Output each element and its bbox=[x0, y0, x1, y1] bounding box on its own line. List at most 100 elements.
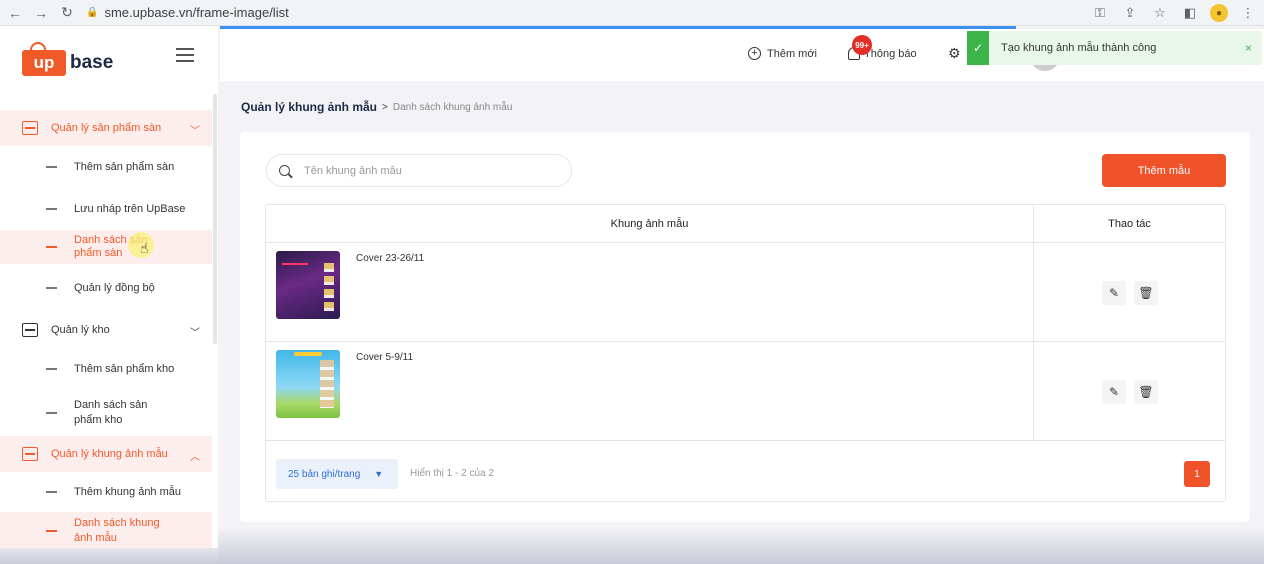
template-cell: Cover 5-9/11 bbox=[266, 342, 1034, 440]
address-bar[interactable]: 🔒 sme.upbase.vn/frame-image/list bbox=[86, 5, 289, 20]
sidebar-item-label: Lưu nháp trên UpBase bbox=[74, 203, 186, 215]
content-card: Thêm mẫu Khung ảnh mẫu Thao tác Cover 23… bbox=[240, 132, 1250, 522]
toast-message: Tạo khung ảnh mẫu thành công bbox=[1001, 42, 1157, 54]
sidebar-menu: Quản lý sản phẩm sàn ﹀ Thêm sản phẩm sàn… bbox=[0, 110, 212, 550]
sidebar-item-warehouse-product-list[interactable]: Danh sách sản phẩm kho bbox=[0, 390, 212, 436]
sidebar-group-warehouse[interactable]: Quản lý kho ﹀ bbox=[0, 312, 212, 348]
sidebar-item-label: Danh sách khung ảnh mẫu bbox=[74, 517, 160, 544]
plus-circle-icon: + bbox=[748, 47, 761, 60]
dash-icon bbox=[46, 368, 57, 370]
bottom-shade bbox=[218, 530, 1264, 564]
kebab-menu-icon[interactable]: ⋮ bbox=[1238, 3, 1258, 23]
page-title[interactable]: Quản lý khung ảnh mẫu bbox=[241, 100, 377, 114]
browser-toolbar: ← → ↻ 🔒 sme.upbase.vn/frame-image/list ⚿… bbox=[0, 0, 1264, 26]
trash-icon[interactable]: 🗑 bbox=[1134, 281, 1158, 305]
sidebar-item-label: Thêm khung ảnh mẫu bbox=[74, 486, 182, 498]
column-header-actions: Thao tác bbox=[1034, 205, 1225, 243]
sidebar-group-label: Quản lý sản phẩm sàn bbox=[51, 122, 162, 134]
sidepanel-icon[interactable]: ◧ bbox=[1180, 3, 1200, 23]
dash-icon bbox=[46, 412, 57, 414]
back-icon[interactable]: ← bbox=[4, 2, 26, 24]
sidebar-item-platform-product-list[interactable]: Danh sách sản phẩm sàn bbox=[0, 230, 212, 264]
dash-icon bbox=[46, 530, 57, 532]
sidebar-item-add-frame-template[interactable]: Thêm khung ảnh mẫu bbox=[0, 472, 212, 512]
search-icon bbox=[279, 165, 290, 176]
sidebar-group-label: Quản lý kho bbox=[51, 324, 110, 336]
row-actions: ✎ 🗑 bbox=[1102, 281, 1158, 305]
edit-icon[interactable]: ✎ bbox=[1102, 380, 1126, 404]
notification-label: Thông báo bbox=[864, 47, 917, 60]
page-size-label: 25 bản ghi/trang bbox=[288, 468, 361, 480]
breadcrumb-separator: > bbox=[382, 101, 388, 113]
sidebar-item-label: Thêm sản phẩm kho bbox=[74, 363, 175, 375]
trash-icon[interactable]: 🗑 bbox=[1134, 380, 1158, 404]
page-size-select[interactable]: 25 bản ghi/trang ▼ bbox=[276, 459, 398, 489]
box-icon bbox=[22, 447, 38, 461]
chevron-up-icon: ︿ bbox=[190, 452, 200, 463]
gear-icon[interactable]: ⚙ bbox=[948, 45, 961, 62]
sidebar-group-label: Quản lý khung ảnh mẫu bbox=[51, 448, 168, 460]
sidebar-item-frame-template-list[interactable]: Danh sách khung ảnh mẫu bbox=[0, 512, 212, 550]
key-icon[interactable]: ⚿ bbox=[1090, 3, 1110, 23]
sidebar-bottom-shade bbox=[0, 548, 218, 564]
check-icon: ✓ bbox=[967, 31, 989, 65]
edit-icon[interactable]: ✎ bbox=[1102, 281, 1126, 305]
success-toast: ✓ Tạo khung ảnh mẫu thành công × bbox=[967, 31, 1262, 65]
dash-icon bbox=[46, 491, 57, 493]
sidebar-item-add-warehouse-product[interactable]: Thêm sản phẩm kho bbox=[0, 348, 212, 390]
chevron-down-icon: ﹀ bbox=[190, 126, 200, 137]
add-new-label: Thêm mới bbox=[767, 47, 817, 60]
notification-badge: 99+ bbox=[852, 35, 872, 55]
dash-icon bbox=[46, 208, 57, 210]
box-icon bbox=[22, 121, 38, 135]
table-row: Cover 23-26/11 ✎ 🗑 bbox=[266, 243, 1225, 342]
page-button-current[interactable]: 1 bbox=[1184, 461, 1210, 487]
template-thumbnail[interactable] bbox=[276, 251, 340, 319]
frame-template-table: Khung ảnh mẫu Thao tác Cover 23-26/11 ✎ … bbox=[265, 204, 1226, 502]
url-text: sme.upbase.vn/frame-image/list bbox=[104, 5, 289, 20]
sidebar-item-sync-management[interactable]: Quản lý đồng bộ bbox=[0, 264, 212, 312]
chevron-down-icon: ▼ bbox=[374, 469, 384, 479]
hand-cursor-icon: ☝ bbox=[140, 240, 149, 256]
star-icon[interactable]: ☆ bbox=[1150, 3, 1170, 23]
table-row: Cover 5-9/11 ✎ 🗑 bbox=[266, 342, 1225, 441]
sidebar-item-draft-upbase[interactable]: Lưu nháp trên UpBase bbox=[0, 188, 212, 230]
sidebar: up base Quản lý sản phẩm sàn ﹀ Thêm sản … bbox=[0, 26, 218, 564]
template-name: Cover 23-26/11 bbox=[356, 253, 425, 264]
logo[interactable]: up base bbox=[22, 42, 114, 76]
search-box[interactable] bbox=[266, 154, 572, 187]
chevron-down-icon: ﹀ bbox=[190, 328, 200, 339]
sidebar-item-label: Danh sách sản phẩm kho bbox=[74, 399, 148, 426]
sidebar-item-add-platform-product[interactable]: Thêm sản phẩm sàn bbox=[0, 146, 212, 188]
template-thumbnail[interactable] bbox=[276, 350, 340, 418]
profile-avatar[interactable]: ● bbox=[1210, 4, 1228, 22]
share-icon[interactable]: ⇪ bbox=[1120, 3, 1140, 23]
template-name: Cover 5-9/11 bbox=[356, 352, 414, 363]
add-template-button[interactable]: Thêm mẫu bbox=[1102, 154, 1226, 187]
box-icon bbox=[22, 323, 38, 337]
add-new-button[interactable]: + Thêm mới bbox=[748, 47, 817, 60]
reload-icon[interactable]: ↻ bbox=[56, 2, 78, 24]
search-input[interactable] bbox=[304, 164, 544, 177]
sidebar-scrollbar[interactable] bbox=[213, 94, 217, 344]
close-icon[interactable]: × bbox=[1245, 41, 1252, 55]
sidebar-group-platform-products[interactable]: Quản lý sản phẩm sàn ﹀ bbox=[0, 110, 212, 146]
lock-icon: 🔒 bbox=[86, 7, 99, 18]
template-cell: Cover 23-26/11 bbox=[266, 243, 1034, 341]
dash-icon bbox=[46, 166, 57, 168]
dash-icon bbox=[46, 287, 57, 289]
sidebar-item-label: Quản lý đồng bộ bbox=[74, 282, 155, 294]
dash-icon bbox=[46, 246, 57, 248]
column-header-template: Khung ảnh mẫu bbox=[266, 205, 1034, 243]
hamburger-menu-icon[interactable] bbox=[176, 48, 194, 62]
sidebar-group-frame-templates[interactable]: Quản lý khung ảnh mẫu ︿ bbox=[0, 436, 212, 472]
table-footer: 25 bản ghi/trang ▼ Hiển thị 1 - 2 của 2 … bbox=[266, 441, 1225, 501]
sidebar-item-label: Thêm sản phẩm sàn bbox=[74, 161, 175, 173]
breadcrumb: Quản lý khung ảnh mẫu > Danh sách khung … bbox=[241, 100, 512, 114]
pagination-info: Hiển thị 1 - 2 của 2 bbox=[410, 468, 494, 479]
logo-mark: up bbox=[22, 42, 66, 76]
row-actions: ✎ 🗑 bbox=[1102, 380, 1158, 404]
forward-icon[interactable]: → bbox=[30, 2, 52, 24]
breadcrumb-current: Danh sách khung ảnh mẫu bbox=[392, 101, 513, 113]
logo-text: base bbox=[70, 52, 114, 73]
